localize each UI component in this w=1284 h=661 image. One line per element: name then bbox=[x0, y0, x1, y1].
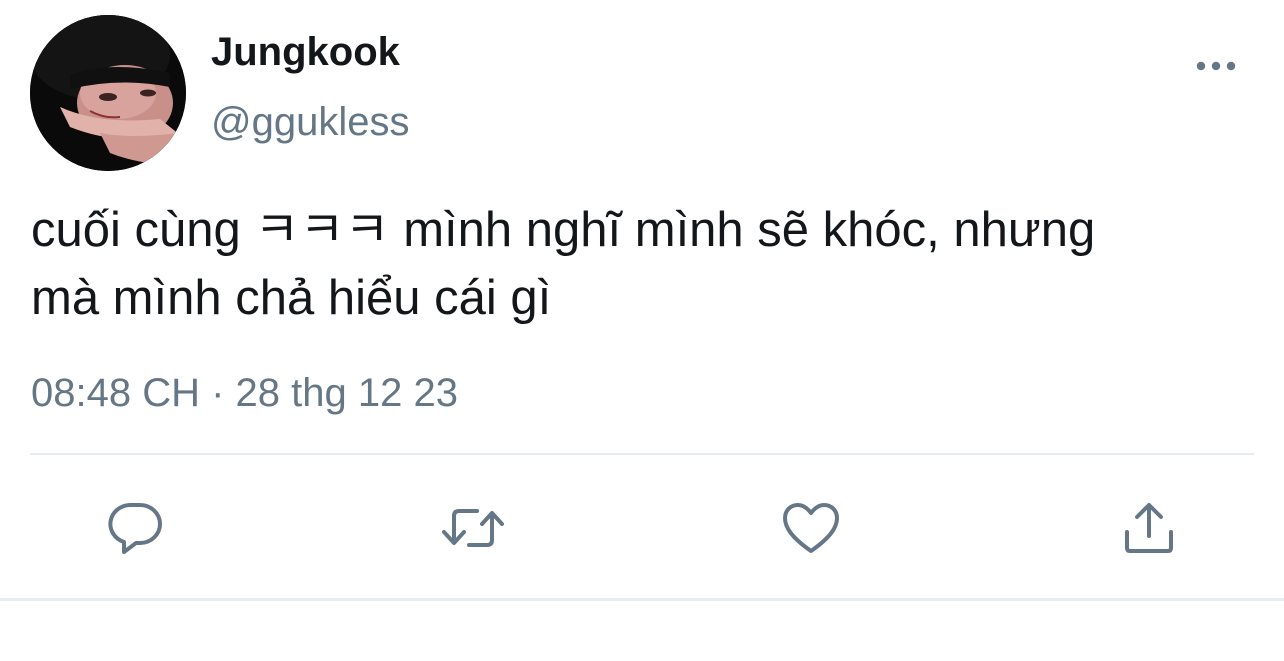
divider bbox=[30, 453, 1254, 455]
avatar[interactable] bbox=[30, 15, 186, 171]
avatar-photo bbox=[30, 15, 186, 171]
bottom-divider bbox=[0, 598, 1284, 601]
reply-button[interactable] bbox=[103, 498, 167, 558]
more-options-button[interactable] bbox=[1192, 52, 1240, 80]
heart-icon bbox=[783, 503, 839, 553]
retweet-icon bbox=[442, 509, 504, 547]
like-button[interactable] bbox=[779, 498, 843, 558]
tweet-timestamp[interactable]: 08:48 CH · 28 thg 12 23 bbox=[31, 368, 458, 418]
retweet-button[interactable] bbox=[441, 498, 505, 558]
tweet-text: cuối cùng ㅋㅋㅋ mình nghĩ mình sẽ khóc, nh… bbox=[31, 196, 1261, 332]
tweet-text-line-1: cuối cùng ㅋㅋㅋ mình nghĩ mình sẽ khóc, nh… bbox=[31, 203, 1096, 257]
user-handle[interactable]: @ggukless bbox=[211, 98, 409, 146]
more-horizontal-icon bbox=[1196, 61, 1236, 71]
share-button[interactable] bbox=[1117, 498, 1181, 558]
tweet-text-line-2: mà mình chả hiểu cái gì bbox=[31, 271, 552, 325]
reply-icon bbox=[108, 503, 162, 554]
share-icon bbox=[1125, 503, 1173, 553]
display-name[interactable]: Jungkook bbox=[211, 28, 400, 76]
